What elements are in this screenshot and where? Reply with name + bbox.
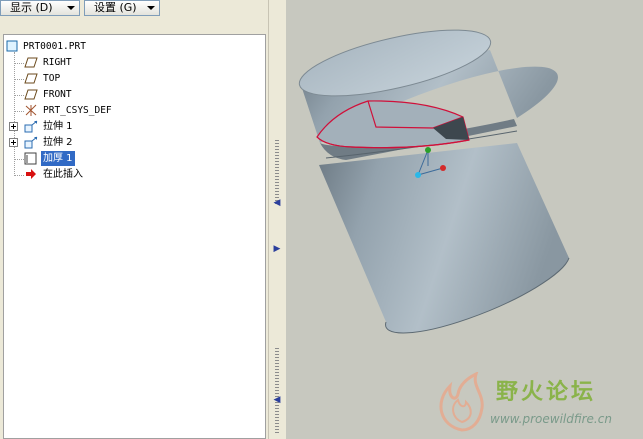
tree-item-label: 拉伸 1	[43, 121, 73, 132]
splitter-grip[interactable]	[275, 348, 279, 433]
chevron-down-icon	[147, 6, 155, 10]
tree-item-label: 加厚 1	[41, 151, 75, 166]
expand-icon[interactable]	[9, 138, 18, 147]
collapse-left-icon[interactable]: ◀	[272, 197, 282, 209]
collapse-left-icon[interactable]: ◀	[272, 394, 282, 406]
settings-menu-button[interactable]: 设置 (G)	[84, 0, 160, 16]
tree-item-right[interactable]: RIGHT	[4, 55, 204, 70]
splitter-grip[interactable]	[275, 140, 279, 205]
model-tree: PRT0001.PRT RIGHT TOP FRONT PRT_CSYS_DEF…	[3, 34, 266, 439]
expand-right-icon[interactable]: ▶	[272, 243, 282, 255]
tree-root[interactable]: PRT0001.PRT	[4, 39, 204, 54]
model-tree-panel: 显示 (D) 设置 (G) PRT0001.PRT RIGHT TOP FRON…	[0, 0, 268, 439]
tree-item-label: RIGHT	[43, 57, 72, 68]
extrude-icon	[24, 120, 38, 133]
tree-item-thicken-1[interactable]: 加厚 1	[4, 151, 204, 166]
settings-menu-label: 设置 (G)	[94, 1, 137, 14]
extrude-icon	[24, 136, 38, 149]
tree-item-label: TOP	[43, 73, 61, 84]
show-menu-label: 显示 (D)	[10, 1, 53, 14]
thicken-icon	[24, 152, 37, 165]
watermark-title: 野火论坛	[496, 380, 597, 405]
datum-plane-icon	[24, 57, 38, 68]
part-icon	[6, 40, 18, 52]
datum-plane-icon	[24, 89, 38, 100]
app-window: 显示 (D) 设置 (G) PRT0001.PRT RIGHT TOP FRON…	[0, 0, 643, 439]
tree-item-label: 在此插入	[43, 169, 83, 180]
forum-watermark: 野火论坛 www.proewildfire.cn	[432, 372, 637, 438]
tree-item-label: 拉伸 2	[43, 137, 73, 148]
panel-splitter[interactable]: ◀ ▶ ◀	[268, 0, 286, 439]
tree-root-label: PRT0001.PRT	[23, 41, 86, 52]
chevron-down-icon	[67, 6, 75, 10]
tree-item-top[interactable]: TOP	[4, 71, 204, 86]
tree-item-label: FRONT	[43, 89, 72, 100]
insert-here-arrow-icon	[26, 169, 36, 179]
tree-item-label: PRT_CSYS_DEF	[43, 105, 112, 116]
watermark-url: www.proewildfire.cn	[490, 412, 612, 426]
tree-item-extrude-1[interactable]: 拉伸 1	[4, 119, 204, 134]
tree-item-csys[interactable]: PRT_CSYS_DEF	[4, 103, 204, 118]
graphics-viewport[interactable]: 野火论坛 www.proewildfire.cn	[286, 0, 643, 439]
coordinate-system-icon	[25, 104, 37, 116]
expand-icon[interactable]	[9, 122, 18, 131]
tree-item-front[interactable]: FRONT	[4, 87, 204, 102]
flame-logo-icon	[439, 372, 484, 432]
tree-item-extrude-2[interactable]: 拉伸 2	[4, 135, 204, 150]
datum-plane-icon	[24, 73, 38, 84]
tree-item-insert-here[interactable]: 在此插入	[4, 167, 204, 182]
model-tree-toolbar: 显示 (D) 设置 (G)	[0, 0, 268, 18]
show-menu-button[interactable]: 显示 (D)	[0, 0, 80, 16]
cylinder-lower-body	[319, 143, 569, 333]
